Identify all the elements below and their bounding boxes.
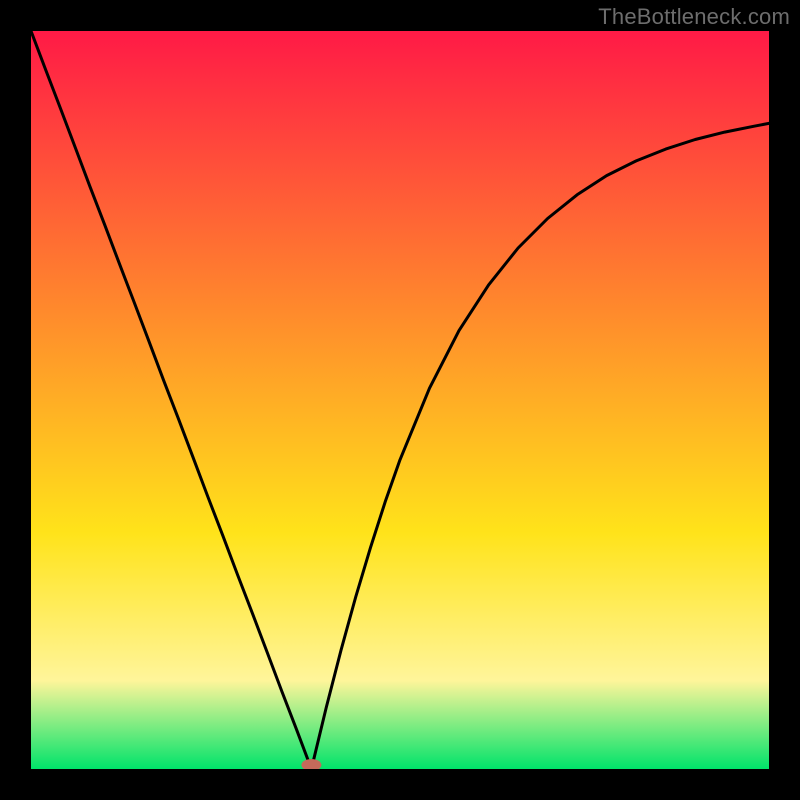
chart-frame: TheBottleneck.com [0,0,800,800]
plot-area [31,31,769,769]
watermark-text: TheBottleneck.com [598,4,790,30]
gradient-background [31,31,769,769]
chart-svg [31,31,769,769]
